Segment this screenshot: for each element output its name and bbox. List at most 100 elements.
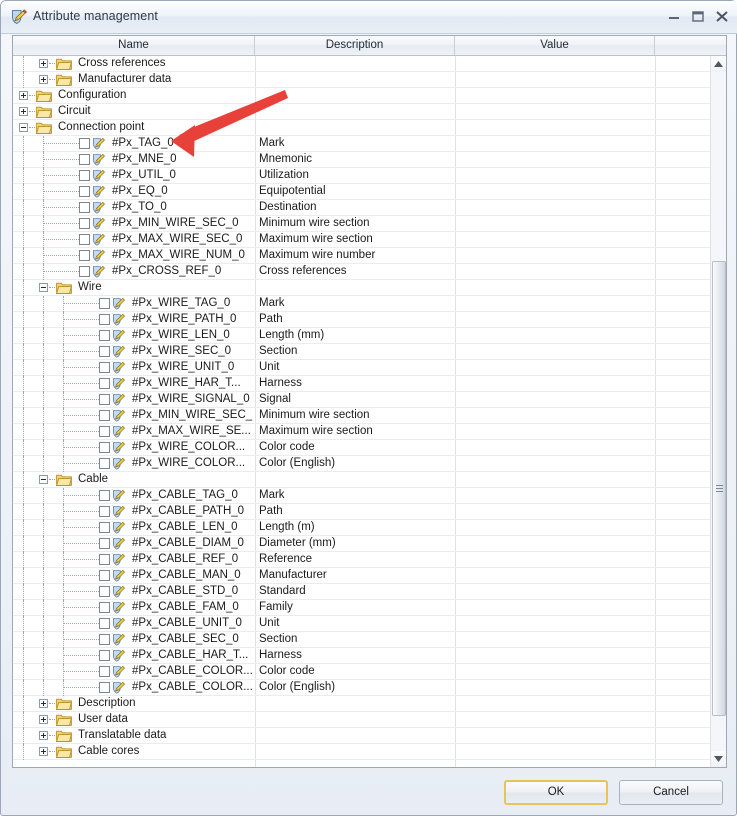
close-button[interactable] bbox=[711, 6, 733, 26]
table-row[interactable]: #Px_MAX_WIRE_NUM_0 Maximum wire number bbox=[13, 248, 726, 264]
table-row[interactable]: #Px_CABLE_TAG_0 Mark bbox=[13, 488, 726, 504]
attribute-checkbox[interactable] bbox=[99, 410, 110, 421]
table-row[interactable]: #Px_CABLE_COLOR... Color (English) bbox=[13, 680, 726, 696]
table-row[interactable]: Configuration bbox=[13, 88, 726, 104]
table-row[interactable]: Manufacturer data bbox=[13, 72, 726, 88]
attribute-checkbox[interactable] bbox=[99, 394, 110, 405]
vertical-scrollbar[interactable] bbox=[710, 56, 726, 767]
table-row[interactable]: #Px_WIRE_SIGNAL_0 Signal bbox=[13, 392, 726, 408]
table-row[interactable]: #Px_WIRE_LEN_0 Length (mm) bbox=[13, 328, 726, 344]
collapse-minus-icon[interactable] bbox=[39, 283, 48, 292]
table-row[interactable]: #Px_CABLE_DIAM_0 Diameter (mm) bbox=[13, 536, 726, 552]
attribute-checkbox[interactable] bbox=[79, 138, 90, 149]
attribute-checkbox[interactable] bbox=[99, 586, 110, 597]
table-row[interactable]: #Px_CABLE_REF_0 Reference bbox=[13, 552, 726, 568]
expand-plus-icon[interactable] bbox=[19, 91, 28, 100]
collapse-minus-icon[interactable] bbox=[39, 475, 48, 484]
table-row[interactable]: #Px_CABLE_COLOR... Color code bbox=[13, 664, 726, 680]
attribute-checkbox[interactable] bbox=[79, 202, 90, 213]
attribute-checkbox[interactable] bbox=[99, 490, 110, 501]
table-row[interactable]: #Px_WIRE_SEC_0 Section bbox=[13, 344, 726, 360]
column-header-blank[interactable] bbox=[655, 36, 726, 55]
ok-button[interactable]: OK bbox=[504, 780, 608, 805]
expand-plus-icon[interactable] bbox=[19, 107, 28, 116]
table-row[interactable]: #Px_CABLE_STD_0 Standard bbox=[13, 584, 726, 600]
table-row[interactable]: #Px_CABLE_MAN_0 Manufacturer bbox=[13, 568, 726, 584]
table-row[interactable]: #Px_CABLE_LEN_0 Length (m) bbox=[13, 520, 726, 536]
table-row[interactable]: #Px_WIRE_COLOR... Color (English) bbox=[13, 456, 726, 472]
table-row[interactable]: Translatable data bbox=[13, 728, 726, 744]
expand-plus-icon[interactable] bbox=[39, 715, 48, 724]
table-row[interactable]: #Px_CROSS_REF_0 Cross references bbox=[13, 264, 726, 280]
minimize-button[interactable] bbox=[663, 6, 685, 26]
column-header-description[interactable]: Description bbox=[255, 36, 455, 55]
cancel-button[interactable]: Cancel bbox=[619, 780, 723, 805]
table-row[interactable]: #Px_CABLE_UNIT_0 Unit bbox=[13, 616, 726, 632]
attribute-checkbox[interactable] bbox=[99, 378, 110, 389]
attribute-checkbox[interactable] bbox=[79, 234, 90, 245]
column-header-value[interactable]: Value bbox=[455, 36, 655, 55]
table-row[interactable]: Description bbox=[13, 696, 726, 712]
table-row[interactable]: Wire bbox=[13, 280, 726, 296]
table-row[interactable]: #Px_UTIL_0 Utilization bbox=[13, 168, 726, 184]
attribute-checkbox[interactable] bbox=[99, 618, 110, 629]
expand-plus-icon[interactable] bbox=[39, 75, 48, 84]
attribute-checkbox[interactable] bbox=[99, 682, 110, 693]
attribute-checkbox[interactable] bbox=[99, 346, 110, 357]
tree-rows-container[interactable]: Cross references Manufacturer data Configu… bbox=[13, 56, 726, 767]
table-row[interactable]: Cable bbox=[13, 472, 726, 488]
attribute-checkbox[interactable] bbox=[79, 266, 90, 277]
attribute-checkbox[interactable] bbox=[99, 570, 110, 581]
table-row[interactable]: #Px_WIRE_TAG_0 Mark bbox=[13, 296, 726, 312]
table-row[interactable]: Cable cores bbox=[13, 744, 726, 760]
table-row[interactable]: #Px_MIN_WIRE_SEC_0 Minimum wire section bbox=[13, 216, 726, 232]
attribute-checkbox[interactable] bbox=[99, 538, 110, 549]
table-row[interactable]: User data bbox=[13, 712, 726, 728]
table-row[interactable]: #Px_MNE_0 Mnemonic bbox=[13, 152, 726, 168]
expand-plus-icon[interactable] bbox=[39, 699, 48, 708]
table-row[interactable]: #Px_MAX_WIRE_SEC_0 Maximum wire section bbox=[13, 232, 726, 248]
table-row[interactable]: Circuit bbox=[13, 104, 726, 120]
table-row[interactable]: #Px_CABLE_SEC_0 Section bbox=[13, 632, 726, 648]
attribute-checkbox[interactable] bbox=[99, 458, 110, 469]
table-row[interactable]: #Px_WIRE_UNIT_0 Unit bbox=[13, 360, 726, 376]
maximize-button[interactable] bbox=[687, 6, 709, 26]
column-header-name[interactable]: Name bbox=[13, 36, 255, 55]
attribute-checkbox[interactable] bbox=[99, 554, 110, 565]
expand-plus-icon[interactable] bbox=[39, 747, 48, 756]
attribute-checkbox[interactable] bbox=[99, 362, 110, 373]
attribute-checkbox[interactable] bbox=[99, 426, 110, 437]
attribute-checkbox[interactable] bbox=[79, 170, 90, 181]
expand-plus-icon[interactable] bbox=[39, 731, 48, 740]
table-row[interactable]: #Px_TO_0 Destination bbox=[13, 200, 726, 216]
table-row[interactable]: #Px_CABLE_HAR_T... Harness bbox=[13, 648, 726, 664]
attribute-checkbox[interactable] bbox=[99, 506, 110, 517]
attribute-checkbox[interactable] bbox=[99, 298, 110, 309]
attribute-checkbox[interactable] bbox=[99, 634, 110, 645]
attribute-checkbox[interactable] bbox=[99, 442, 110, 453]
attribute-checkbox[interactable] bbox=[79, 218, 90, 229]
attribute-checkbox[interactable] bbox=[99, 522, 110, 533]
table-row[interactable]: #Px_TAG_0 Mark bbox=[13, 136, 726, 152]
attribute-checkbox[interactable] bbox=[99, 666, 110, 677]
table-row[interactable]: #Px_WIRE_HAR_T... Harness bbox=[13, 376, 726, 392]
attribute-checkbox[interactable] bbox=[99, 602, 110, 613]
attribute-checkbox[interactable] bbox=[79, 154, 90, 165]
table-row[interactable]: #Px_WIRE_PATH_0 Path bbox=[13, 312, 726, 328]
table-row[interactable]: #Px_WIRE_COLOR... Color code bbox=[13, 440, 726, 456]
table-row[interactable]: #Px_EQ_0 Equipotential bbox=[13, 184, 726, 200]
collapse-minus-icon[interactable] bbox=[19, 123, 28, 132]
table-row[interactable]: #Px_MAX_WIRE_SE... Maximum wire section bbox=[13, 424, 726, 440]
scroll-up-arrow-icon[interactable] bbox=[711, 56, 726, 72]
attribute-checkbox[interactable] bbox=[79, 250, 90, 261]
attribute-checkbox[interactable] bbox=[99, 314, 110, 325]
table-row[interactable]: Connection point bbox=[13, 120, 726, 136]
table-row[interactable]: #Px_MIN_WIRE_SEC_ Minimum wire section bbox=[13, 408, 726, 424]
expand-plus-icon[interactable] bbox=[39, 59, 48, 68]
scroll-down-arrow-icon[interactable] bbox=[711, 751, 726, 767]
table-row[interactable]: #Px_CABLE_PATH_0 Path bbox=[13, 504, 726, 520]
table-row[interactable]: Cross references bbox=[13, 56, 726, 72]
attribute-checkbox[interactable] bbox=[79, 186, 90, 197]
scrollbar-thumb[interactable] bbox=[712, 261, 726, 716]
attribute-checkbox[interactable] bbox=[99, 650, 110, 661]
